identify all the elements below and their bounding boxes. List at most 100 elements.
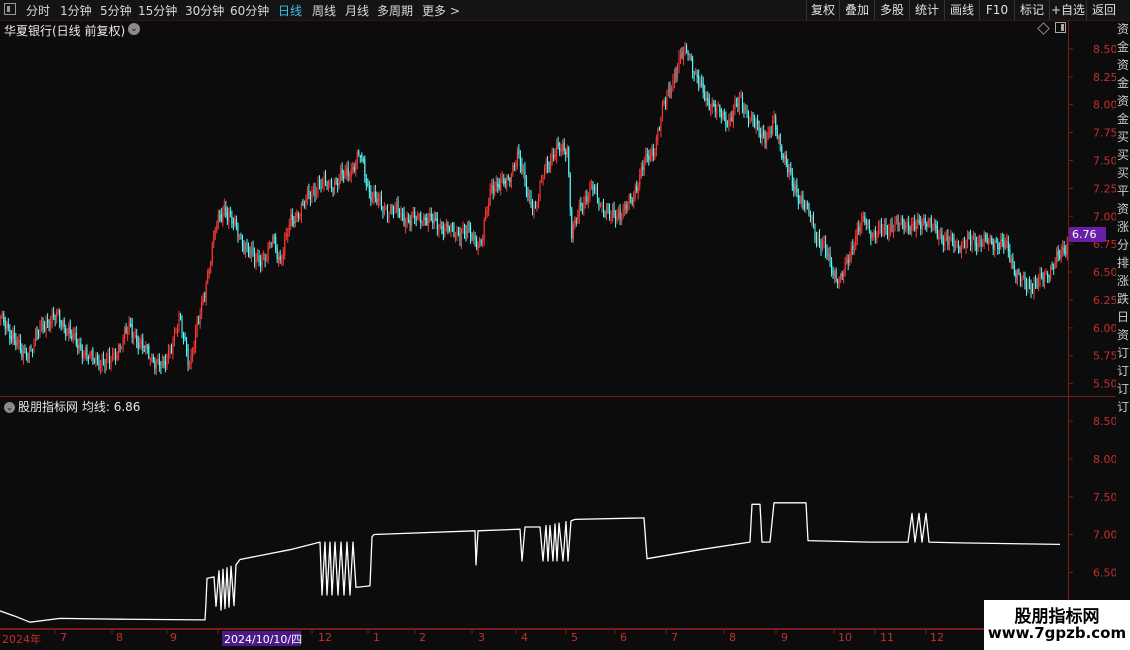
candle-body [225, 207, 227, 216]
candle-body [1033, 283, 1035, 295]
candle-body [380, 196, 382, 209]
f10-button[interactable]: F10 [979, 0, 1014, 20]
side-strip-label[interactable]: 金 [1117, 40, 1129, 54]
candle-body [553, 154, 555, 158]
candle-body [423, 216, 425, 221]
overlay-button[interactable]: 叠加 [839, 0, 874, 20]
side-strip-label[interactable]: 涨 [1117, 274, 1129, 288]
candle-body [257, 255, 259, 259]
tab-monthly[interactable]: 月线 [345, 2, 369, 19]
candle-body [598, 199, 600, 207]
candle-body [661, 102, 663, 117]
candle-body [974, 239, 976, 246]
ind-y-tick-label: 6.50 [1093, 566, 1116, 579]
candle-body [906, 222, 908, 227]
tab-1min[interactable]: 1分钟 [60, 2, 92, 19]
candle-body [755, 122, 757, 129]
candle-body [874, 230, 876, 237]
side-strip-label[interactable]: 平 [1117, 184, 1129, 198]
tab-more[interactable]: 更多 > [422, 2, 460, 19]
candle-body [1044, 274, 1046, 283]
side-strip-label[interactable]: 订 [1117, 346, 1129, 360]
adjust-button[interactable]: 复权 [806, 0, 839, 20]
candle-body [886, 231, 889, 237]
candle-body [622, 208, 624, 217]
back-button[interactable]: 返回 [1086, 0, 1121, 20]
tab-intraday[interactable]: 分时 [26, 2, 50, 19]
side-strip-label[interactable]: 订 [1117, 400, 1129, 414]
side-strip-label[interactable]: 资 [1117, 328, 1129, 342]
indicator-chart[interactable]: 8.508.007.507.006.506.00 [0, 397, 1116, 629]
candle-body [507, 176, 509, 178]
logo-url: www.7gpzb.com [987, 624, 1127, 642]
tab-weekly[interactable]: 周线 [312, 2, 336, 19]
candle-body [474, 235, 476, 241]
candle-body [637, 187, 639, 193]
candle-body [989, 235, 991, 238]
side-strip-label[interactable]: 资 [1117, 58, 1129, 72]
side-strip-label[interactable]: 排 [1117, 256, 1129, 270]
side-strip-label[interactable]: 涨 [1117, 220, 1129, 234]
candle-body [297, 213, 299, 218]
candle-body [575, 221, 577, 223]
candle-body [325, 173, 327, 182]
candle-body [1034, 281, 1037, 283]
statistics-button[interactable]: 统计 [909, 0, 944, 20]
date-label: 6 [620, 631, 627, 644]
tab-5min[interactable]: 5分钟 [100, 2, 132, 19]
candle-body [565, 152, 567, 155]
window-layout-icon[interactable] [4, 3, 16, 15]
mark-button[interactable]: 标记 [1014, 0, 1049, 20]
side-strip-label[interactable]: 买 [1117, 166, 1129, 180]
candle-body [500, 179, 502, 191]
side-strip-label[interactable]: 买 [1117, 130, 1129, 144]
date-label: 11 [880, 631, 894, 644]
y-tick-label: 7.25 [1093, 182, 1116, 195]
side-strip-label[interactable]: 分 [1117, 238, 1129, 252]
candle-body [519, 156, 521, 167]
draw-button[interactable]: 画线 [944, 0, 979, 20]
candle-body [241, 236, 243, 246]
candle-body [864, 215, 866, 222]
side-strip-label[interactable]: 资 [1117, 22, 1129, 36]
candle-body [263, 255, 265, 257]
chevron-down-icon[interactable]: ⌄ [4, 402, 15, 413]
side-strip-label[interactable]: 订 [1117, 364, 1129, 378]
y-tick-label: 5.75 [1093, 350, 1116, 363]
side-strip-label[interactable]: 资 [1117, 94, 1129, 108]
candle-body [621, 218, 623, 221]
candle-body [291, 213, 293, 220]
add-watchlist-button[interactable]: +自选 [1049, 0, 1086, 20]
candle-body [89, 352, 91, 357]
candle-body [548, 167, 550, 169]
tab-30min[interactable]: 30分钟 [185, 2, 224, 19]
candle-body [587, 198, 589, 202]
side-strip-label[interactable]: 跌 [1117, 292, 1129, 306]
price-chart[interactable]: 8.508.258.007.757.507.257.006.756.506.25… [0, 21, 1116, 397]
candle-body [0, 315, 2, 319]
side-strip-label[interactable]: 金 [1117, 112, 1129, 126]
multi-stock-button[interactable]: 多股 [874, 0, 909, 20]
tab-15min[interactable]: 15分钟 [138, 2, 177, 19]
candle-body [773, 114, 775, 119]
candle-body [237, 225, 239, 237]
candle-body [710, 109, 712, 111]
side-strip-label[interactable]: 日 [1117, 310, 1129, 324]
candle-body [488, 203, 490, 210]
tab-daily[interactable]: 日线 [278, 2, 302, 19]
candle-body [814, 227, 816, 239]
candle-body [204, 295, 206, 297]
candle-body [140, 340, 142, 345]
side-info-strip[interactable]: 资金资金资金买买买平资涨分排涨跌日资订订订订 [1116, 22, 1130, 632]
candle-body [163, 362, 165, 364]
side-strip-label[interactable]: 订 [1117, 382, 1129, 396]
candle-body [634, 187, 636, 197]
side-strip-label[interactable]: 买 [1117, 148, 1129, 162]
side-strip-label[interactable]: 资 [1117, 202, 1129, 216]
side-strip-label[interactable]: 金 [1117, 76, 1129, 90]
y-tick-label: 7.00 [1093, 210, 1116, 223]
tab-60min[interactable]: 60分钟 [230, 2, 269, 19]
tab-multi-period[interactable]: 多周期 [377, 2, 413, 19]
y-tick-label: 8.00 [1093, 99, 1116, 112]
candle-body [270, 243, 272, 245]
